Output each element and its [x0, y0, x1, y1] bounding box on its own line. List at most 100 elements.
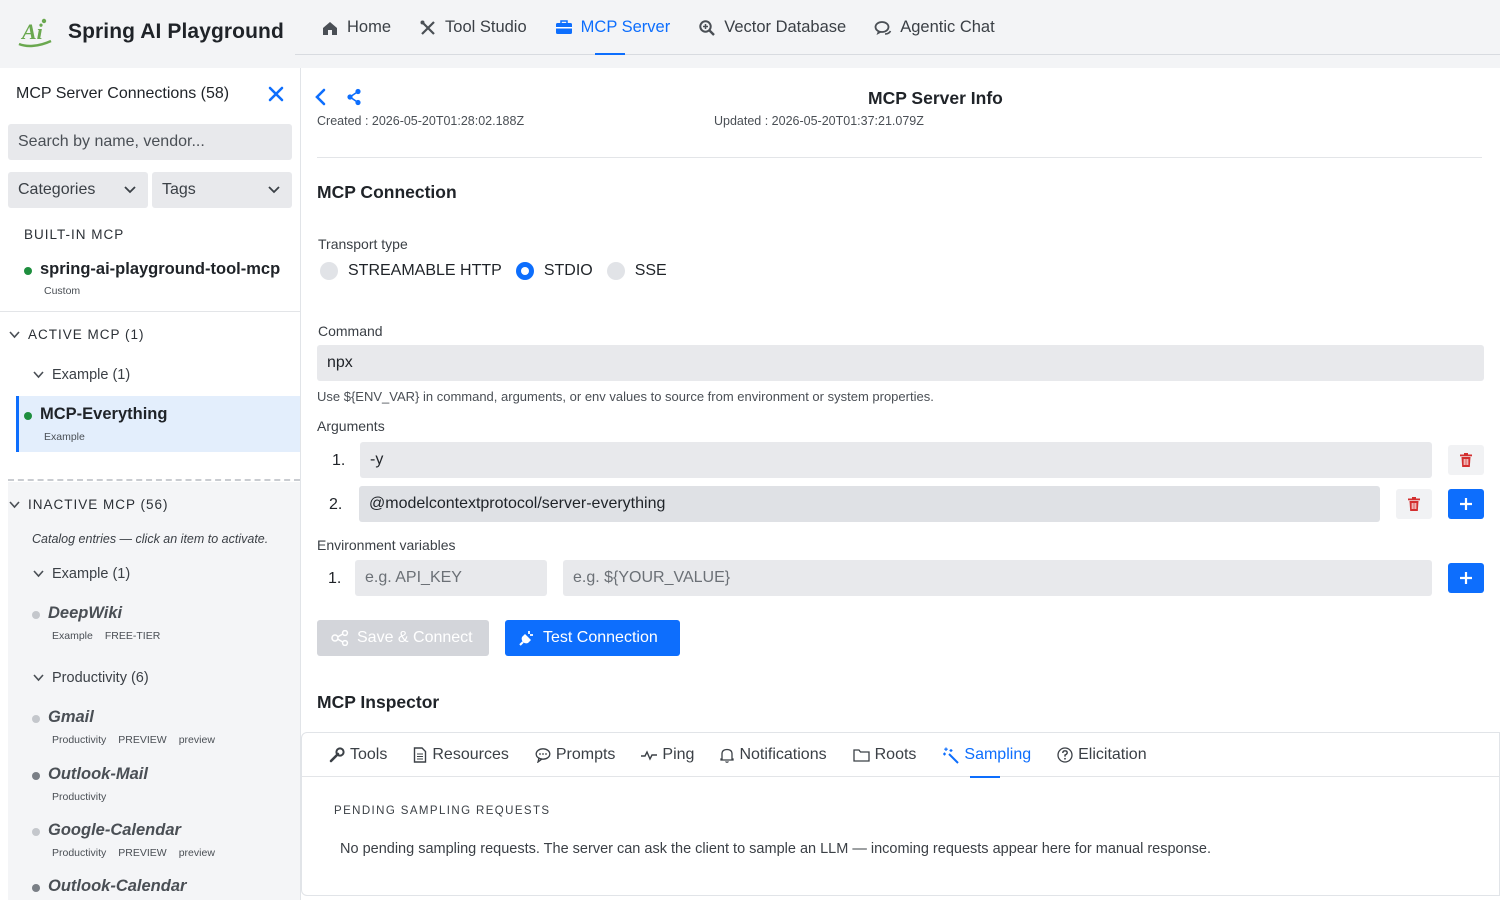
group-toggle-example[interactable]: Example (1): [33, 566, 130, 582]
main-nav: Home Tool Studio MCP Server Vector Datab…: [295, 0, 1500, 55]
mcp-item-name: Gmail: [48, 708, 94, 726]
plus-icon: [1460, 572, 1472, 584]
delete-argument-button[interactable]: [1448, 445, 1484, 475]
nav-tab-tool-studio[interactable]: Tool Studio: [419, 0, 527, 55]
nav-tab-label: Home: [347, 18, 392, 36]
mcp-item-name: spring-ai-playground-tool-mcp: [40, 260, 281, 278]
tags-label: Tags: [162, 181, 196, 198]
mcp-item-mcp-everything[interactable]: MCP-Everything Example: [24, 405, 294, 445]
tab-notifications[interactable]: Notifications: [720, 733, 827, 777]
tools-icon: [419, 19, 437, 37]
radio-button[interactable]: [515, 262, 534, 280]
transport-option-streamable-http[interactable]: STREAMABLE HTTP: [320, 262, 502, 280]
mcp-item-tag: PREVIEW: [118, 734, 167, 746]
status-dot: [32, 772, 40, 780]
connect-nodes-icon: [331, 630, 349, 646]
transport-option-stdio[interactable]: STDIO: [515, 262, 593, 280]
inactive-section-toggle[interactable]: INACTIVE MCP (56): [9, 497, 169, 512]
mcp-item-google-calendar[interactable]: Google-Calendar Productivity PREVIEW previ…: [32, 821, 292, 861]
plug-icon: [519, 631, 533, 646]
mcp-item-spring-ai-playground-tool-mcp[interactable]: spring-ai-playground-tool-mcp Custom: [24, 260, 294, 300]
nav-tab-agentic-chat[interactable]: Agentic Chat: [874, 0, 995, 55]
radio-label: STDIO: [543, 262, 593, 279]
argument-input[interactable]: [360, 442, 1432, 478]
search-input[interactable]: [8, 124, 292, 160]
status-dot: [32, 611, 40, 619]
inspector-heading: MCP Inspector: [317, 692, 440, 712]
mcp-item-outlook-calendar[interactable]: Outlook-Calendar: [32, 877, 292, 900]
tab-elicitation[interactable]: Elicitation: [1057, 733, 1147, 777]
status-dot: [24, 412, 32, 420]
mcp-item-deepwiki[interactable]: DeepWiki Example FREE-TIER: [32, 604, 292, 644]
tab-label: Ping: [662, 746, 695, 763]
status-dot: [32, 715, 40, 723]
folder-icon: [852, 749, 870, 762]
nav-tab-vector-database[interactable]: Vector Database: [698, 0, 846, 55]
add-argument-button[interactable]: [1448, 489, 1484, 519]
nav-tab-label: Agentic Chat: [900, 18, 995, 36]
env-value-input[interactable]: [563, 560, 1432, 596]
share-icon[interactable]: [346, 88, 362, 106]
nav-tab-label: Tool Studio: [445, 18, 527, 36]
speech-bubble-icon: [535, 748, 551, 763]
back-arrow-icon[interactable]: [313, 88, 329, 106]
chevron-down-icon: [268, 186, 280, 194]
group-label: Productivity (6): [52, 670, 149, 686]
divider: [0, 311, 300, 312]
inspector-tabs: Tools Resources Prompts Ping Notificatio…: [302, 733, 1499, 778]
button-label: Test Connection: [543, 629, 658, 646]
group-toggle-productivity[interactable]: Productivity (6): [33, 670, 149, 686]
command-input[interactable]: [317, 345, 1484, 381]
connection-heading: MCP Connection: [317, 182, 457, 202]
tab-roots[interactable]: Roots: [852, 733, 917, 777]
radio-button[interactable]: [320, 262, 338, 280]
env-key-input[interactable]: [355, 560, 547, 596]
spring-ai-logo-icon: Ai: [18, 18, 52, 48]
nav-tab-mcp-server[interactable]: MCP Server: [555, 0, 670, 55]
active-section-toggle[interactable]: ACTIVE MCP (1): [9, 327, 145, 342]
chevron-down-icon: [33, 570, 44, 578]
arguments-label: Arguments: [317, 418, 385, 434]
tab-tools[interactable]: Tools: [329, 733, 387, 777]
app-title: Spring AI Playground: [68, 20, 284, 43]
sidebar: MCP Server Connections (58) Categories T…: [0, 68, 301, 900]
tab-resources[interactable]: Resources: [413, 733, 509, 777]
mcp-item-name: MCP-Everything: [40, 405, 168, 423]
tab-label: Roots: [874, 746, 917, 763]
transport-option-sse[interactable]: SSE: [606, 262, 667, 280]
mcp-item-tag: Custom: [44, 285, 81, 297]
delete-argument-button[interactable]: [1396, 489, 1432, 519]
env-index: 1.: [328, 570, 342, 587]
builtin-section-label: BUILT-IN MCP: [24, 227, 125, 242]
page-title: MCP Server Info: [868, 88, 1003, 108]
mcp-item-tag: FREE-TIER: [104, 630, 161, 642]
tab-ping[interactable]: Ping: [641, 733, 694, 777]
group-toggle-example[interactable]: Example (1): [33, 367, 130, 383]
mcp-item-gmail[interactable]: Gmail Productivity PREVIEW preview: [32, 708, 292, 748]
nav-tab-home[interactable]: Home: [321, 0, 391, 55]
brand[interactable]: Ai Spring AI Playground: [16, 14, 284, 50]
radio-button[interactable]: [606, 262, 625, 280]
mcp-item-name: DeepWiki: [48, 604, 123, 622]
status-dot: [32, 884, 40, 892]
test-connection-button[interactable]: Test Connection: [505, 620, 680, 656]
tab-label: Sampling: [964, 746, 1032, 763]
tab-sampling[interactable]: Sampling: [942, 733, 1032, 778]
tab-label: Prompts: [555, 746, 616, 763]
add-env-button[interactable]: [1448, 563, 1484, 593]
mcp-item-outlook-mail[interactable]: Outlook-Mail Productivity: [32, 765, 292, 805]
inspector-panel: Tools Resources Prompts Ping Notificatio…: [301, 732, 1500, 896]
trash-icon: [1460, 453, 1472, 467]
tab-prompts[interactable]: Prompts: [535, 733, 616, 777]
save-connect-button[interactable]: Save & Connect: [317, 620, 489, 656]
transport-radio-group: STREAMABLE HTTP STDIO SSE: [320, 262, 681, 280]
chevron-down-icon: [33, 674, 44, 682]
home-icon: [321, 19, 339, 37]
tags-select[interactable]: Tags: [152, 172, 292, 208]
bell-icon: [720, 748, 735, 763]
categories-select[interactable]: Categories: [8, 172, 148, 208]
env-label: Environment variables: [317, 537, 456, 553]
chat-icon: [874, 19, 892, 37]
argument-input[interactable]: [359, 486, 1380, 522]
close-icon[interactable]: [266, 84, 286, 104]
